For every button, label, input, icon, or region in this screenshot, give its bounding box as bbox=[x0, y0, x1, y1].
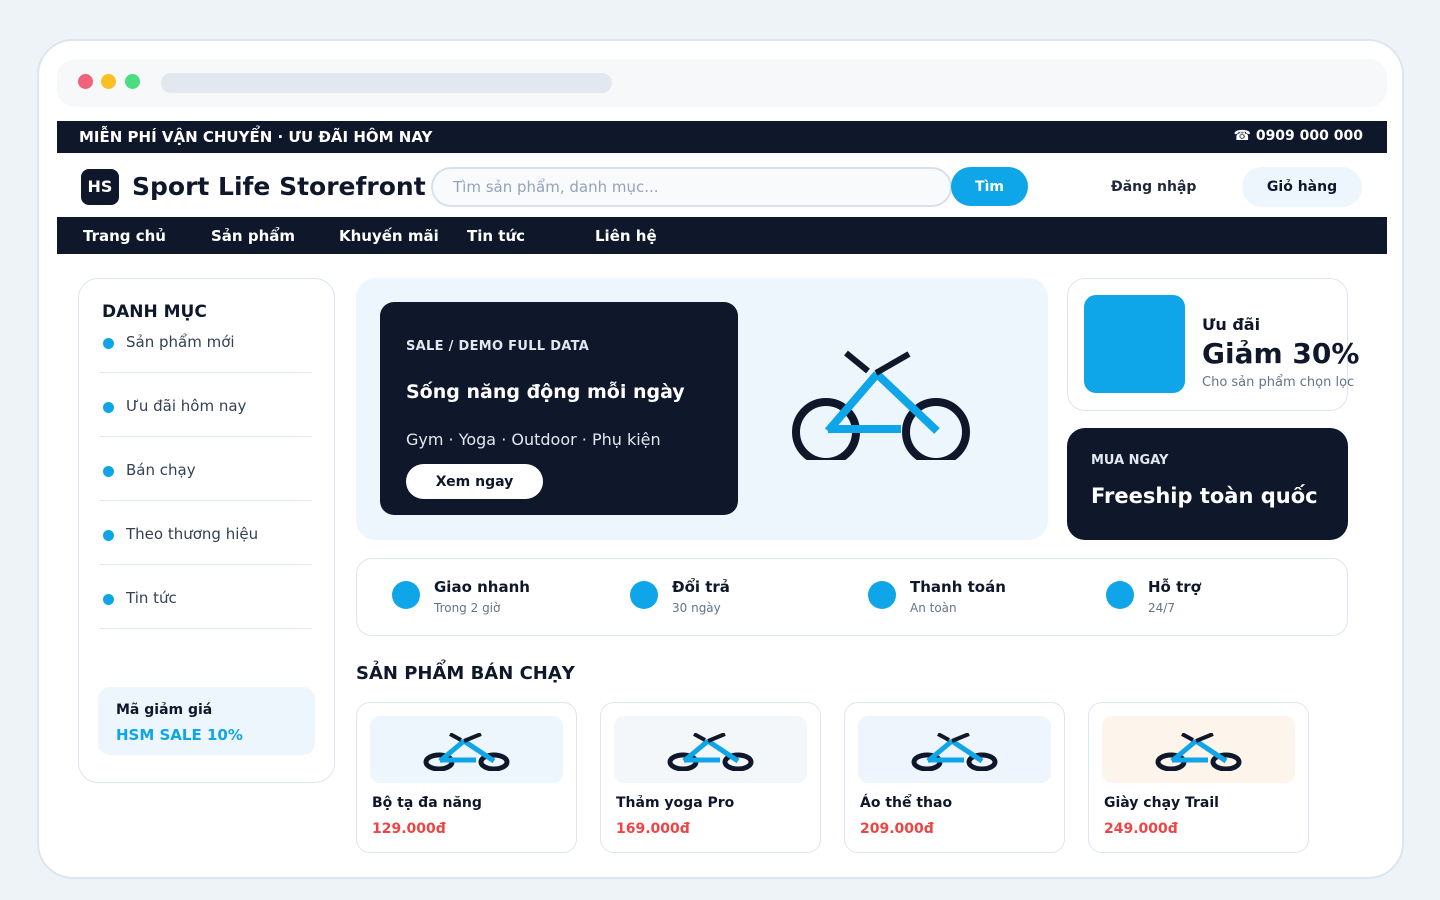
product-card[interactable]: Giày chạy Trail 249.000đ bbox=[1088, 702, 1309, 853]
login-link[interactable]: Đăng nhập bbox=[1111, 179, 1196, 195]
feature-title: Thanh toán bbox=[910, 578, 1006, 596]
store-name[interactable]: Sport Life Storefront bbox=[132, 172, 426, 201]
product-price: 169.000đ bbox=[616, 821, 690, 837]
search-button[interactable]: Tìm bbox=[951, 167, 1028, 206]
product-price: 129.000đ bbox=[372, 821, 446, 837]
sidebar-item-label: Bán chạy bbox=[126, 461, 196, 479]
close-window-dot[interactable] bbox=[78, 74, 93, 89]
bullet-icon bbox=[103, 338, 114, 349]
sidebar-item-new-products[interactable]: Sản phẩm mới bbox=[100, 309, 311, 373]
browser-window: MIỄN PHÍ VẬN CHUYỂN · ƯU ĐÃI HÔM NAY ☎ 0… bbox=[37, 39, 1404, 879]
feature-title: Giao nhanh bbox=[434, 578, 530, 596]
buy-now-title: Freeship toàn quốc bbox=[1091, 484, 1318, 508]
sidebar-item-today-deals[interactable]: Ưu đãi hôm nay bbox=[100, 373, 311, 437]
site-header: HS Sport Life Storefront Tìm Đăng nhập G… bbox=[57, 153, 1387, 217]
deal-label: Ưu đãi bbox=[1202, 315, 1261, 334]
search-input[interactable] bbox=[431, 167, 952, 207]
shop-now-button[interactable]: Xem ngay bbox=[406, 464, 543, 499]
hotline-phone[interactable]: ☎ 0909 000 000 bbox=[1234, 128, 1363, 144]
bicycle-icon bbox=[792, 350, 970, 460]
sidebar-item-label: Sản phẩm mới bbox=[126, 333, 235, 351]
nav-item-home[interactable]: Trang chủ bbox=[83, 227, 166, 245]
address-bar[interactable] bbox=[161, 73, 612, 93]
product-image bbox=[858, 716, 1051, 783]
feature-title: Hỗ trợ bbox=[1148, 578, 1201, 596]
hero-tag: SALE / DEMO FULL DATA bbox=[406, 339, 590, 354]
coupon-code: HSM SALE 10% bbox=[116, 726, 243, 744]
minimize-window-dot[interactable] bbox=[101, 74, 116, 89]
sidebar-item-label: Tin tức bbox=[126, 589, 177, 607]
product-name: Áo thể thao bbox=[860, 795, 953, 811]
nav-item-news[interactable]: Tin tức bbox=[467, 227, 525, 245]
feature-fast-delivery: Giao nhanh Trong 2 giờ bbox=[392, 559, 612, 637]
product-image bbox=[1102, 716, 1295, 783]
product-card[interactable]: Bộ tạ đa năng 129.000đ bbox=[356, 702, 577, 853]
product-price: 249.000đ bbox=[1104, 821, 1178, 837]
bestsellers-title: SẢN PHẨM BÁN CHẠY bbox=[356, 663, 575, 684]
product-name: Bộ tạ đa năng bbox=[372, 795, 482, 811]
returns-icon bbox=[630, 581, 658, 609]
deal-note: Cho sản phẩm chọn lọc bbox=[1202, 375, 1355, 390]
delivery-icon bbox=[392, 581, 420, 609]
bicycle-icon bbox=[667, 733, 754, 771]
payment-icon bbox=[868, 581, 896, 609]
hero-subtitle: Gym · Yoga · Outdoor · Phụ kiện bbox=[406, 430, 661, 449]
support-icon bbox=[1106, 581, 1134, 609]
feature-payment: Thanh toán An toàn bbox=[868, 559, 1088, 637]
maximize-window-dot[interactable] bbox=[125, 74, 140, 89]
feature-subtitle: 24/7 bbox=[1148, 601, 1175, 615]
bicycle-icon bbox=[911, 733, 998, 771]
feature-subtitle: An toàn bbox=[910, 601, 957, 615]
feature-support: Hỗ trợ 24/7 bbox=[1106, 559, 1326, 637]
product-image bbox=[370, 716, 563, 783]
coupon-box[interactable]: Mã giảm giá HSM SALE 10% bbox=[98, 687, 315, 755]
coupon-title: Mã giảm giá bbox=[116, 702, 213, 718]
feature-strip: Giao nhanh Trong 2 giờ Đổi trả 30 ngày T… bbox=[356, 558, 1348, 636]
bicycle-icon bbox=[423, 733, 510, 771]
feature-returns: Đổi trả 30 ngày bbox=[630, 559, 850, 637]
nav-item-contact[interactable]: Liên hệ bbox=[595, 227, 657, 245]
hero-banner: SALE / DEMO FULL DATA Sống năng động mỗi… bbox=[356, 278, 1048, 540]
category-sidebar: DANH MỤC Sản phẩm mới Ưu đãi hôm nay Bán… bbox=[78, 278, 335, 783]
sidebar-item-news[interactable]: Tin tức bbox=[100, 565, 311, 629]
browser-chrome bbox=[57, 59, 1387, 107]
main-nav: Trang chủ Sản phẩm Khuyến mãi Tin tức Li… bbox=[57, 217, 1387, 254]
product-card[interactable]: Áo thể thao 209.000đ bbox=[844, 702, 1065, 853]
sidebar-item-bestsellers[interactable]: Bán chạy bbox=[100, 437, 311, 501]
product-card[interactable]: Thảm yoga Pro 169.000đ bbox=[600, 702, 821, 853]
nav-item-products[interactable]: Sản phẩm bbox=[211, 227, 295, 245]
product-name: Thảm yoga Pro bbox=[616, 795, 735, 811]
hero-card: SALE / DEMO FULL DATA Sống năng động mỗi… bbox=[380, 302, 738, 515]
product-price: 209.000đ bbox=[860, 821, 934, 837]
hero-title: Sống năng động mỗi ngày bbox=[406, 381, 685, 403]
promo-topbar: MIỄN PHÍ VẬN CHUYỂN · ƯU ĐÃI HÔM NAY ☎ 0… bbox=[57, 121, 1387, 153]
product-name: Giày chạy Trail bbox=[1104, 795, 1219, 811]
bullet-icon bbox=[103, 466, 114, 477]
cart-button[interactable]: Giỏ hàng bbox=[1242, 167, 1362, 207]
feature-title: Đổi trả bbox=[672, 578, 730, 596]
deal-image bbox=[1084, 295, 1185, 393]
bullet-icon bbox=[103, 594, 114, 605]
feature-subtitle: Trong 2 giờ bbox=[434, 601, 501, 615]
bullet-icon bbox=[103, 402, 114, 413]
buy-now-label: MUA NGAY bbox=[1091, 453, 1169, 468]
promo-text: MIỄN PHÍ VẬN CHUYỂN · ƯU ĐÃI HÔM NAY bbox=[79, 128, 433, 146]
sidebar-item-label: Ưu đãi hôm nay bbox=[126, 397, 247, 415]
bullet-icon bbox=[103, 530, 114, 541]
buy-now-card[interactable]: MUA NGAY Freeship toàn quốc bbox=[1067, 428, 1348, 540]
sidebar-item-label: Theo thương hiệu bbox=[126, 525, 259, 543]
product-image bbox=[614, 716, 807, 783]
sidebar-item-brands[interactable]: Theo thương hiệu bbox=[100, 501, 311, 565]
deal-value: Giảm 30% bbox=[1202, 337, 1360, 370]
nav-item-promotions[interactable]: Khuyến mãi bbox=[339, 227, 439, 245]
deal-card[interactable]: Ưu đãi Giảm 30% Cho sản phẩm chọn lọc bbox=[1067, 278, 1359, 411]
logo-badge[interactable]: HS bbox=[81, 169, 119, 205]
bicycle-icon bbox=[1155, 733, 1242, 771]
feature-subtitle: 30 ngày bbox=[672, 601, 721, 615]
